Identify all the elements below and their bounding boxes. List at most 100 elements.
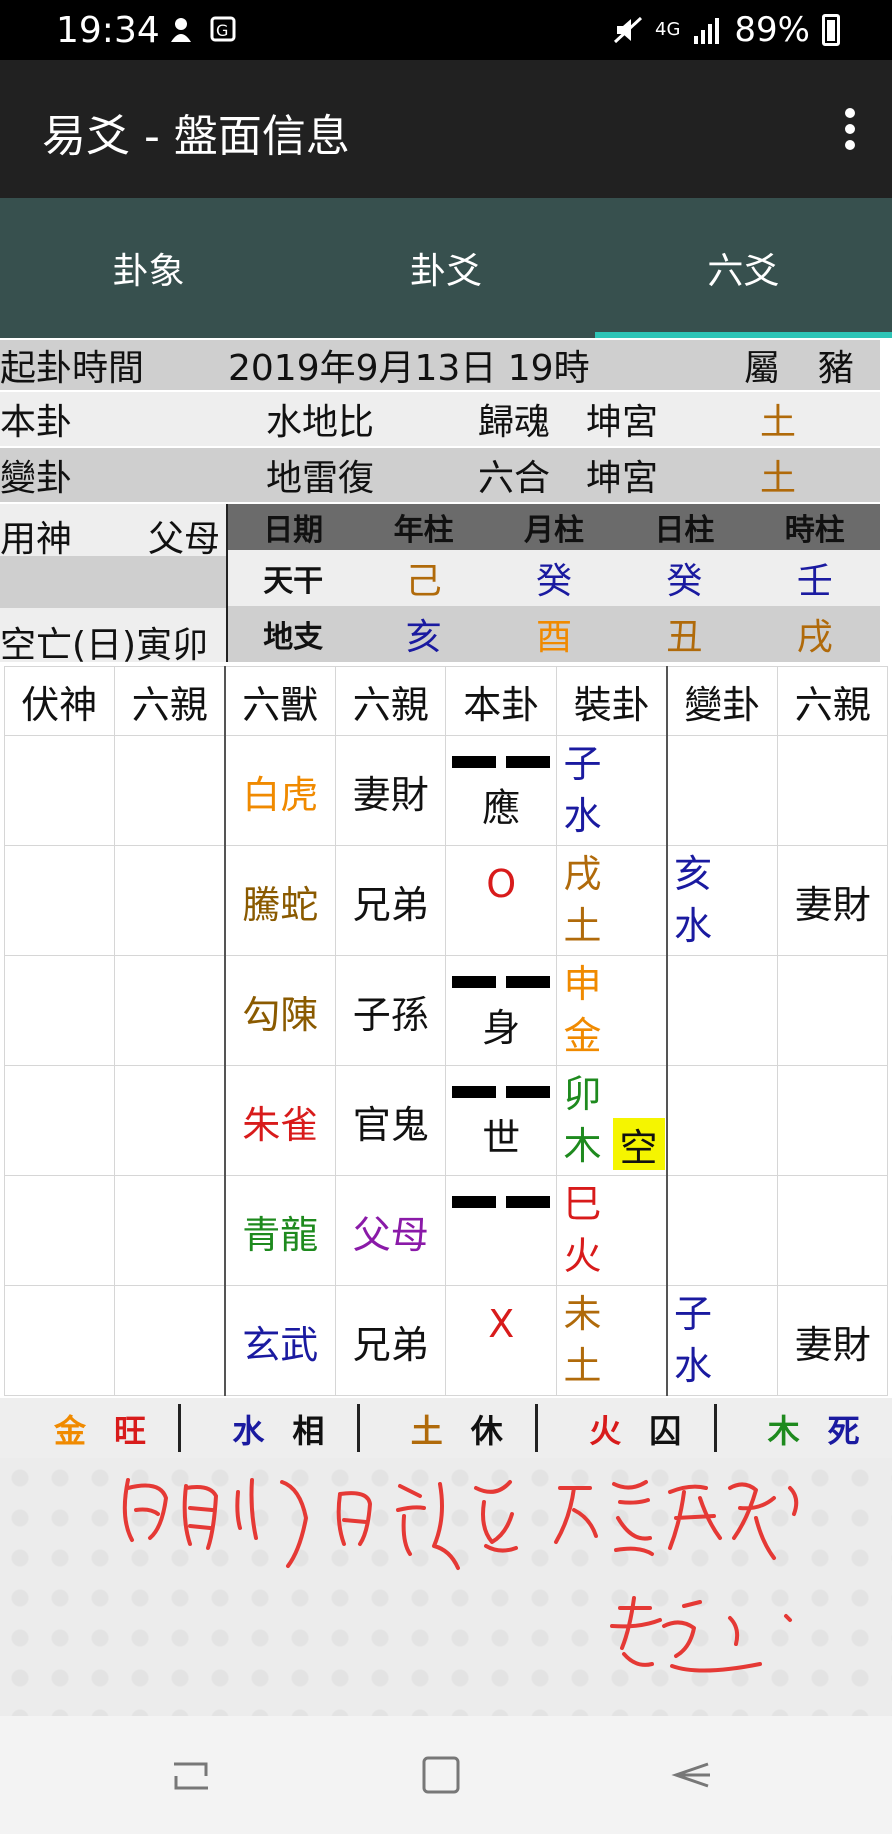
mute-icon: [613, 16, 643, 44]
svg-text:G: G: [216, 21, 228, 40]
element-label: 金: [54, 1412, 87, 1450]
yin-line-segment: [506, 1196, 550, 1208]
table-cell: [667, 1066, 778, 1176]
table-cell: [114, 736, 225, 846]
table-cell: [114, 1066, 225, 1176]
battery-percent: 89%: [734, 10, 810, 50]
grid-header-label: 六親: [131, 682, 208, 727]
more-options-icon[interactable]: [844, 108, 856, 150]
year-branch: 亥: [405, 617, 442, 658]
cast-time-row: 起卦時間 2019年9月13日 19時 屬 豬: [0, 340, 880, 390]
pillars-header: 時柱: [784, 513, 845, 548]
branch-char: 金: [563, 1014, 602, 1058]
table-cell: [4, 956, 115, 1066]
back-icon[interactable]: [668, 1752, 714, 1798]
tab-bar: 卦象 卦爻 六爻: [0, 198, 892, 338]
branch-char: 土: [563, 904, 602, 948]
grid-header-label: 裝卦: [573, 682, 650, 727]
element-separator: [178, 1404, 182, 1452]
zodiac-label: 屬: [744, 348, 781, 389]
table-cell: [114, 1176, 225, 1286]
grid-header-label: 六親: [794, 682, 871, 727]
main-hexagram-element: 土: [760, 402, 797, 443]
pillars-header: 年柱: [393, 513, 454, 548]
tab-lines[interactable]: 卦爻: [297, 198, 594, 338]
table-cell: [667, 1176, 778, 1286]
day-stem: 癸: [666, 561, 703, 602]
table-cell: [777, 1176, 888, 1286]
stems-label: 天干: [263, 564, 324, 599]
changed-hexagram-row: 變卦 地雷復 六合 坤宮 土: [0, 448, 880, 502]
branch-char: 土: [563, 1344, 602, 1388]
five-elements-bar: 金旺 水相 土休 火囚 木死: [0, 1398, 892, 1458]
six-beast-label: 勾陳: [242, 992, 319, 1037]
branch-char: 巳: [563, 1182, 602, 1226]
branch-char: 火: [563, 1234, 602, 1278]
changed-hexagram-palace: 坤宮: [586, 458, 659, 499]
element-label: 土: [410, 1412, 443, 1450]
element-separator: [356, 1404, 360, 1452]
element-label: 水: [232, 1412, 265, 1450]
yin-line-segment: [452, 1196, 496, 1208]
table-cell: [777, 956, 888, 1066]
pillars-header: 月柱: [523, 513, 584, 548]
main-hexagram-palace: 坤宮: [586, 402, 659, 443]
changed-hexagram-element: 土: [760, 458, 797, 499]
element-state-label: 相: [292, 1412, 325, 1450]
useful-god-label: 用神: [0, 519, 73, 560]
stems-row: 天干 己 癸 癸 壬: [228, 550, 880, 606]
element-label: 木: [767, 1412, 800, 1450]
translate-icon: G: [210, 16, 236, 42]
changed-branch-char: 水: [673, 1344, 712, 1388]
navigation-bar: [0, 1716, 892, 1834]
void-label: 空亡(日)寅卯: [0, 625, 209, 666]
six-relative-label: 父母: [352, 1212, 429, 1257]
branch-char: 水: [563, 794, 602, 838]
element-state-label: 旺: [114, 1412, 147, 1450]
column-divider: [666, 666, 668, 1396]
six-beast-label: 朱雀: [242, 1102, 319, 1147]
cast-time-label: 起卦時間: [0, 348, 145, 389]
element-state-label: 囚: [649, 1412, 682, 1450]
six-relative-label: 官鬼: [352, 1102, 429, 1147]
table-cell: [114, 956, 225, 1066]
table-cell: [777, 736, 888, 846]
changed-branch-char: 水: [673, 904, 712, 948]
table-cell: [4, 736, 115, 846]
grid-header-label: 變卦: [684, 682, 761, 727]
four-pillars: 日期 年柱 月柱 日柱 時柱 天干 己 癸 癸 壬 地支 亥 酉 丑 戌: [228, 504, 880, 662]
yin-line-segment: [506, 756, 550, 768]
line-mark: X: [488, 1302, 515, 1346]
six-beast-label: 白虎: [242, 772, 319, 817]
yin-line-segment: [452, 976, 496, 988]
home-icon[interactable]: [418, 1752, 464, 1798]
void-badge: 空: [612, 1118, 665, 1170]
status-left-icons: G: [166, 14, 240, 46]
changed-branch-char: 亥: [673, 852, 712, 896]
six-beast-label: 玄武: [242, 1322, 319, 1367]
element-state-label: 休: [470, 1412, 503, 1450]
page-title: 易爻 - 盤面信息: [42, 111, 350, 162]
branches-label: 地支: [263, 620, 324, 655]
handwriting-area[interactable]: [0, 1458, 892, 1716]
yin-line-segment: [506, 976, 550, 988]
element-separator: [713, 1404, 717, 1452]
branch-char: 申: [563, 962, 602, 1006]
pillars-header-row: 日期 年柱 月柱 日柱 時柱: [228, 504, 880, 550]
branch-char: 木: [563, 1124, 602, 1168]
changed-hexagram-type: 六合: [478, 458, 551, 499]
hour-stem: 壬: [796, 561, 833, 602]
grid-header-label: 本卦: [463, 682, 540, 727]
tab-hexagram[interactable]: 卦象: [0, 198, 297, 338]
branch-char: 戌: [563, 852, 602, 896]
main-hexagram-row: 本卦 水地比 歸魂 坤宮 土: [0, 392, 880, 446]
recent-apps-icon[interactable]: [168, 1752, 214, 1798]
tab-six-lines[interactable]: 六爻: [594, 198, 892, 338]
table-cell: [114, 846, 225, 956]
status-time: 19:34: [56, 10, 160, 51]
hour-branch: 戌: [796, 617, 833, 658]
network-label: 4G: [655, 19, 681, 40]
line-mark: 身: [482, 1005, 521, 1050]
line-mark: 應: [482, 785, 521, 830]
line-mark: O: [486, 862, 517, 906]
